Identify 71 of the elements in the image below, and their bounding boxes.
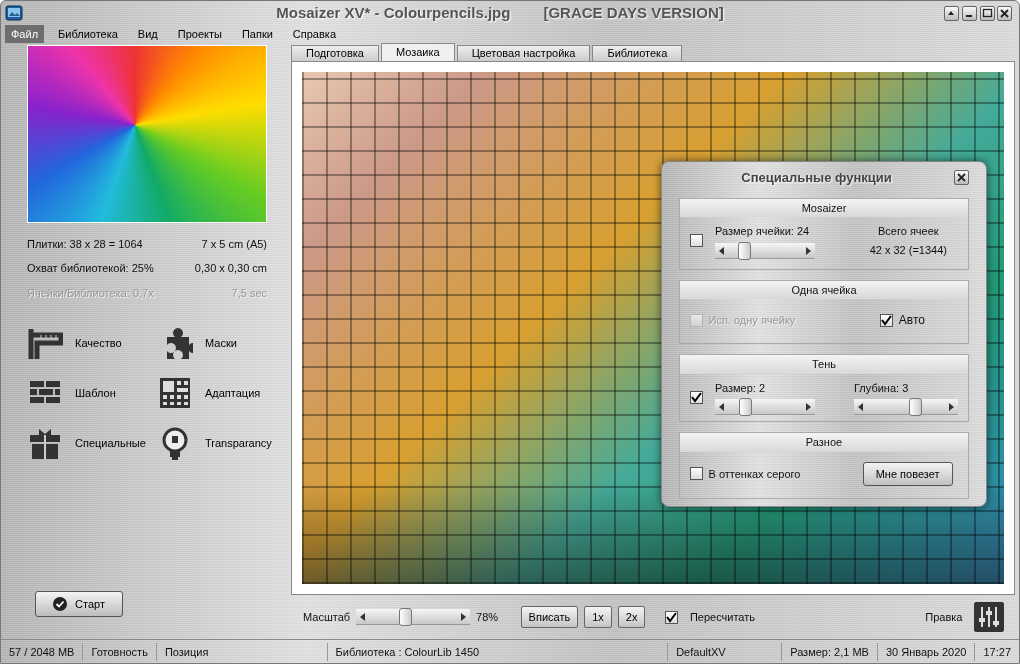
tool-button[interactable]: Маски xyxy=(157,325,277,362)
section-header: Разное xyxy=(680,433,968,452)
status-text: Готовность xyxy=(83,642,157,661)
checkbox[interactable] xyxy=(690,234,703,248)
zoom-button[interactable]: Вписать xyxy=(520,605,579,629)
menu-item[interactable]: Библиотека xyxy=(52,24,124,44)
menu-item[interactable]: Папки xyxy=(235,24,279,44)
checkbox[interactable] xyxy=(690,467,703,481)
recalc-label: Пересчитать xyxy=(689,609,755,625)
tab[interactable]: Мозаика xyxy=(380,43,455,61)
stat-label: Охват библиотекой: 25% xyxy=(27,261,154,277)
equalizer-button[interactable] xyxy=(974,602,1004,632)
edition-label: [GRACE DAYS VERSION] xyxy=(543,2,724,23)
status-text: Позиция xyxy=(156,642,328,661)
stat-label: Плитки: 38 x 28 = 1064 xyxy=(27,236,143,252)
stat-value: 0,30 x 0,30 cm xyxy=(194,261,267,277)
start-button[interactable]: Старт xyxy=(35,591,123,617)
section-header: Тень xyxy=(680,355,968,374)
slider-label: Размер ячейки: 24 xyxy=(715,224,811,240)
tool-button[interactable]: Качество xyxy=(27,325,157,362)
lucky-button[interactable]: Мне повезет xyxy=(862,461,953,486)
slider-thumb[interactable] xyxy=(909,398,923,416)
zoom-reading: 78% xyxy=(476,609,499,625)
zoom-button[interactable]: 1x xyxy=(584,605,612,629)
app-icon xyxy=(5,5,23,21)
check-circle-icon xyxy=(53,597,68,611)
tab[interactable]: Библиотека xyxy=(592,45,683,61)
window-title: Mosaizer XV* - Colourpencils.jpg xyxy=(276,2,511,23)
option-label: Исп. одну ячейку xyxy=(708,313,796,328)
slider-thumb[interactable] xyxy=(739,398,752,416)
status-text: Библиотека : ColourLib 1450 xyxy=(327,642,669,661)
slider-label: Глубина: 3 xyxy=(854,380,910,396)
close-button[interactable] xyxy=(997,5,1013,21)
status-text: DefaultXV xyxy=(668,642,783,661)
maximize-icon xyxy=(980,6,994,20)
option-label: В оттенках серого xyxy=(708,466,801,482)
tool-button[interactable]: Адаптация xyxy=(157,375,277,412)
dialog-title: Специальные функции xyxy=(740,169,893,187)
tool-button[interactable]: Шаблон xyxy=(27,375,157,412)
menu-item[interactable]: Проекты xyxy=(171,24,228,44)
section-header: Mosaizer xyxy=(680,198,968,217)
minimize-icon xyxy=(966,15,973,17)
maximize-button[interactable] xyxy=(979,5,995,21)
slider-thumb[interactable] xyxy=(399,608,413,626)
option-label: Авто xyxy=(898,312,925,330)
stat-value: 7,5 sec xyxy=(231,285,267,301)
status-text: 57 / 2048 MB xyxy=(1,642,84,661)
menu-item[interactable]: Файл xyxy=(5,24,45,44)
status-text: 17:27 xyxy=(982,644,1012,660)
close-icon xyxy=(998,6,1012,20)
status-text: Размер: 2,1 MB xyxy=(782,642,878,661)
zoom-button[interactable]: 2x xyxy=(617,605,646,629)
scroll-up-button[interactable] xyxy=(944,5,959,21)
stat-value: 7 x 5 cm (A5) xyxy=(201,236,267,252)
status-text: 30 Январь 2020 xyxy=(877,642,976,661)
tool-button[interactable]: Transparancy xyxy=(157,425,277,462)
section-header: Одна ячейка xyxy=(680,280,968,300)
sliders-icon xyxy=(974,602,1004,632)
tool-button[interactable]: Специальные xyxy=(27,425,157,462)
tab[interactable]: Подготовка xyxy=(291,45,379,61)
total-value: 42 x 32 (=1344) xyxy=(869,243,947,259)
total-label: Всего ячеек xyxy=(877,224,940,239)
minimize-button[interactable] xyxy=(961,5,977,21)
edit-label: Правка xyxy=(925,609,963,625)
slider-label: Размер: 2 xyxy=(715,380,767,396)
checkbox[interactable] xyxy=(665,610,679,624)
tab[interactable]: Цветовая настройка xyxy=(456,45,591,61)
menu-item[interactable]: Справка xyxy=(286,24,342,44)
close-button[interactable] xyxy=(954,170,969,186)
menu-item[interactable]: Вид xyxy=(131,24,164,44)
zoom-label: Масштаб xyxy=(303,609,351,625)
